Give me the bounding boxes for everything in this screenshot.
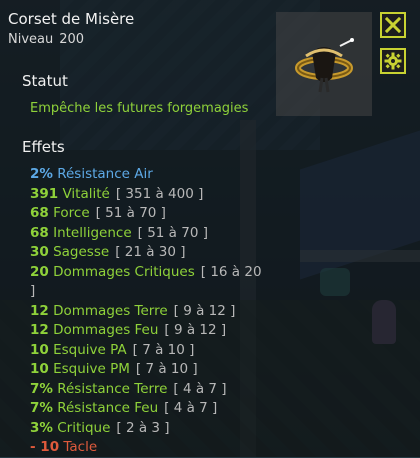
corset-item-icon	[295, 38, 354, 93]
effect-range: [ 51 à 70 ]	[95, 205, 166, 221]
effect-name: Résistance Feu	[57, 400, 159, 416]
level-value: 200	[59, 32, 85, 47]
effect-row: 12 Dommages Feu [ 9 à 12 ]	[30, 321, 270, 341]
level-label: Niveau	[8, 32, 54, 47]
effect-row: 20 Dommages Critiques[ 16 à 20 ]	[30, 263, 270, 302]
effect-range: [ 21 à 30 ]	[115, 244, 186, 260]
item-name: Corset de Misère	[8, 10, 135, 28]
effect-name: Critique	[57, 419, 111, 436]
item-image-frame	[276, 12, 372, 116]
effect-value: 12	[30, 302, 49, 319]
effect-name: Vitalité	[62, 185, 110, 202]
effect-row: 68 Intelligence [ 51 à 70 ]	[30, 224, 270, 244]
effect-range: [ 9 à 12 ]	[164, 322, 227, 338]
effect-value: 10	[30, 361, 49, 377]
effect-name: Intelligence	[53, 224, 132, 241]
effect-value: 391	[30, 185, 59, 202]
effect-range: [ 2 à 3 ]	[116, 419, 170, 436]
effect-value: 3%	[30, 419, 53, 436]
status-text: Empêche les futures forgemagies	[30, 101, 249, 116]
effect-row: 3% Critique [ 2 à 3 ]	[30, 419, 270, 439]
effects-list: 2% Résistance Air 391 Vitalité[ 351 à 400…	[30, 165, 270, 458]
effect-value: 7%	[30, 380, 53, 397]
effect-row: 391 Vitalité [ 351 à 400 ]	[30, 185, 270, 205]
item-tooltip-panel: Corset de Misère Niveau 200 Statut Empêc…	[0, 0, 420, 457]
effect-name: Esquive PA	[53, 341, 127, 358]
effect-row: 7% Résistance Terre [ 4 à 7 ]	[30, 380, 270, 400]
effect-value: 20	[30, 263, 49, 280]
effect-row: 7% Résistance Feu [ 4 à 7 ]	[30, 399, 270, 419]
close-button[interactable]	[380, 12, 406, 38]
effect-value: 2%	[30, 166, 53, 182]
effect-name: Force	[53, 205, 90, 221]
effect-value: 10	[30, 341, 49, 358]
effect-value: 30	[30, 244, 49, 260]
effect-name: Dommages Terre	[53, 302, 168, 319]
effect-row: 10 Esquive PM [ 7 à 10 ]	[30, 360, 270, 380]
effect-value: 68	[30, 224, 49, 241]
effect-range: [ 4 à 7 ]	[173, 380, 227, 397]
effect-row: - 10 Tacle	[30, 438, 270, 458]
effect-name: Dommages Critiques	[53, 263, 195, 280]
effect-name: Sagesse	[53, 244, 110, 260]
effect-name: Esquive PM	[53, 361, 130, 377]
status-heading: Statut	[22, 72, 68, 90]
effect-value: - 10	[30, 439, 60, 455]
effects-heading: Effets	[22, 138, 65, 156]
effect-value: 12	[30, 322, 49, 338]
effect-range: [ 4 à 7 ]	[164, 400, 218, 416]
settings-button[interactable]	[380, 48, 406, 74]
effect-range: [ 9 à 12 ]	[173, 302, 236, 319]
effect-name: Dommages Feu	[53, 322, 159, 338]
effect-value: 68	[30, 205, 49, 221]
close-icon	[385, 17, 401, 33]
effect-range: [ 351 à 400 ]	[115, 185, 204, 202]
effect-name: Tacle	[63, 439, 98, 455]
effect-name: Résistance Air	[57, 166, 153, 182]
effect-value: 7%	[30, 400, 53, 416]
effect-row: 10 Esquive PA [ 7 à 10 ]	[30, 341, 270, 361]
gear-icon	[384, 52, 402, 70]
effect-range: [ 7 à 10 ]	[132, 341, 195, 358]
effect-range: [ 7 à 10 ]	[135, 361, 198, 377]
effect-row: 68 Force [ 51 à 70 ]	[30, 204, 270, 224]
effect-name: Résistance Terre	[57, 380, 168, 397]
item-level: Niveau 200	[8, 32, 84, 47]
effect-row: 12 Dommages Terre [ 9 à 12 ]	[30, 302, 270, 322]
effect-row: 30 Sagesse [ 21 à 30 ]	[30, 243, 270, 263]
effect-row: 2% Résistance Air	[30, 165, 270, 185]
effect-range: [ 51 à 70 ]	[137, 224, 208, 241]
